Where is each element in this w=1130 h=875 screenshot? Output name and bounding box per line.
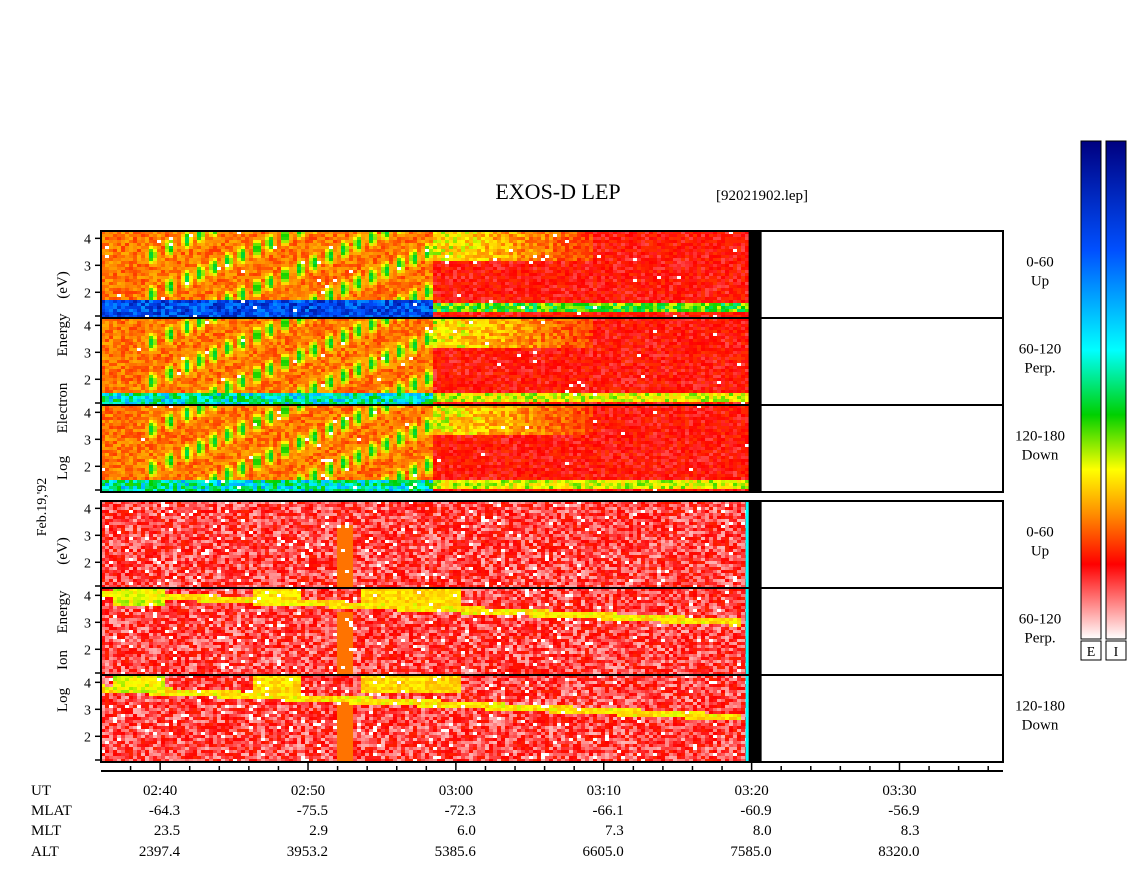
data-gap-bar	[748, 405, 762, 492]
y-tick-label: 3	[84, 616, 91, 631]
data-gap-bar	[748, 588, 762, 675]
x-tick-mlt: 23.5	[154, 823, 180, 839]
ion-panel-1: 4 3 2	[84, 500, 1004, 589]
x-row-header: ALT	[31, 844, 59, 860]
y-tick-label: 4	[84, 589, 91, 604]
x-tick-mlat: -75.5	[297, 803, 328, 819]
y-axis-label: Energy	[55, 313, 71, 357]
y-tick-label: 2	[84, 556, 91, 571]
panel-angle-label: 120-180	[1015, 429, 1065, 445]
colorbar-label-electron: E	[1087, 645, 1096, 660]
y-axis-label: Ion	[55, 650, 71, 670]
data-gap-bar	[748, 231, 762, 318]
y-tick-label: 2	[84, 460, 91, 475]
x-tick-mlat: -66.1	[593, 803, 624, 819]
x-row-header: UT	[31, 783, 51, 799]
y-axis-label: Electron	[55, 382, 71, 433]
y-axis-label: Log	[55, 455, 71, 480]
x-tick-alt: 2397.4	[139, 844, 181, 860]
group-electron: 4 3 2 4 3 2 4 3 2	[84, 230, 1004, 493]
x-tick-alt: 5385.6	[435, 844, 477, 860]
date-label: Feb.19,'92	[35, 478, 50, 537]
y-tick-label: 4	[84, 319, 91, 334]
x-row-header: MLT	[31, 823, 61, 839]
electron-panel-2: 4 3 2	[84, 317, 1004, 406]
chart-title: EXOS-D LEP	[495, 179, 620, 204]
x-tick-ut: 02:50	[291, 783, 325, 799]
electron-panel-2-cells	[101, 318, 749, 405]
electron-panel-1-cells	[101, 231, 749, 318]
y-axis-label: (eV)	[55, 537, 71, 564]
x-row-header: MLAT	[31, 803, 72, 819]
y-tick-label: 4	[84, 232, 91, 247]
x-tick-mlt: 2.9	[309, 823, 328, 839]
x-tick-alt: 7585.0	[730, 844, 771, 860]
x-tick-ut: 02:40	[143, 783, 177, 799]
panel-direction-label: Perp.	[1024, 631, 1055, 647]
y-axis-label: Energy	[55, 590, 71, 634]
electron-panel-3-cells	[101, 405, 749, 492]
panel-direction-label: Down	[1022, 448, 1059, 464]
ion-panel-3: 4 3 2	[84, 674, 1004, 763]
electron-panel-3: 4 3 2	[84, 404, 1004, 493]
x-tick-mlat: -72.3	[445, 803, 476, 819]
x-tick-mlt: 8.0	[753, 823, 772, 839]
panel-angle-label: 60-120	[1019, 342, 1062, 358]
y-tick-label: 3	[84, 346, 91, 361]
y-tick-label: 4	[84, 502, 91, 517]
y-tick-label: 4	[84, 676, 91, 691]
data-gap-bar	[748, 675, 762, 762]
x-tick-alt: 8320.0	[878, 844, 919, 860]
y-tick-label: 2	[84, 373, 91, 388]
panel-direction-label: Up	[1031, 274, 1049, 290]
ion-panel-2: 4 3 2	[84, 587, 1004, 676]
x-tick-ut: 03:10	[587, 783, 621, 799]
y-tick-label: 3	[84, 703, 91, 718]
data-gap-bar	[748, 501, 762, 588]
colorbar-ion	[1105, 140, 1127, 640]
y-tick-label: 3	[84, 529, 91, 544]
electron-panel-1: 4 3 2	[84, 230, 1004, 319]
group-ion: 4 3 2 4 3 2 4 3 2	[84, 500, 1004, 763]
x-tick-mlt: 7.3	[605, 823, 624, 839]
x-tick-ut: 03:20	[735, 783, 769, 799]
panel-direction-label: Perp.	[1024, 361, 1055, 377]
x-axis: UT MLAT MLT ALT 02:40 -64.3 23.5 2397.4 02:50 -75…	[31, 762, 1003, 860]
file-label: [92021902.lep]	[716, 188, 808, 204]
colorbar-electron	[1080, 140, 1102, 640]
y-tick-label: 3	[84, 433, 91, 448]
y-axis-label: Log	[55, 687, 71, 712]
x-tick-alt: 3953.2	[287, 844, 328, 860]
ion-panel-1-cells	[101, 501, 749, 588]
panel-direction-label: Up	[1031, 544, 1049, 560]
x-tick-mlat: -64.3	[149, 803, 180, 819]
ion-panel-2-cells	[101, 588, 749, 675]
y-tick-label: 2	[84, 730, 91, 745]
panel-angle-label: 120-180	[1015, 699, 1065, 715]
x-tick-mlt: 8.3	[901, 823, 920, 839]
x-tick-alt: 6605.0	[583, 844, 624, 860]
data-gap-bar	[748, 318, 762, 405]
y-tick-label: 2	[84, 643, 91, 658]
x-tick-ut: 03:00	[439, 783, 473, 799]
y-axis-label: (eV)	[55, 271, 71, 298]
ion-panel-3-cells	[101, 675, 749, 762]
y-tick-label: 4	[84, 406, 91, 421]
y-tick-label: 2	[84, 286, 91, 301]
spectrogram-figure: EXOS-D LEP [92021902.lep] Feb.19,'92 4 3 2…	[31, 140, 1127, 860]
heatmap-panels: 4 3 2 4 3 2 4 3 2 4 3 2 4 3 2 4 3 2	[84, 230, 1004, 763]
y-tick-label: 3	[84, 259, 91, 274]
colorbar-label-ion: I	[1114, 645, 1119, 660]
panel-angle-label: 0-60	[1026, 525, 1054, 541]
x-tick-mlt: 6.0	[457, 823, 476, 839]
panel-direction-label: Down	[1022, 718, 1059, 734]
x-tick-mlat: -60.9	[740, 803, 771, 819]
panel-angle-label: 0-60	[1026, 255, 1054, 271]
x-tick-ut: 03:30	[882, 783, 916, 799]
colorbars: E I	[1080, 140, 1127, 661]
x-tick-mlat: -56.9	[888, 803, 919, 819]
panel-angle-label: 60-120	[1019, 612, 1062, 628]
